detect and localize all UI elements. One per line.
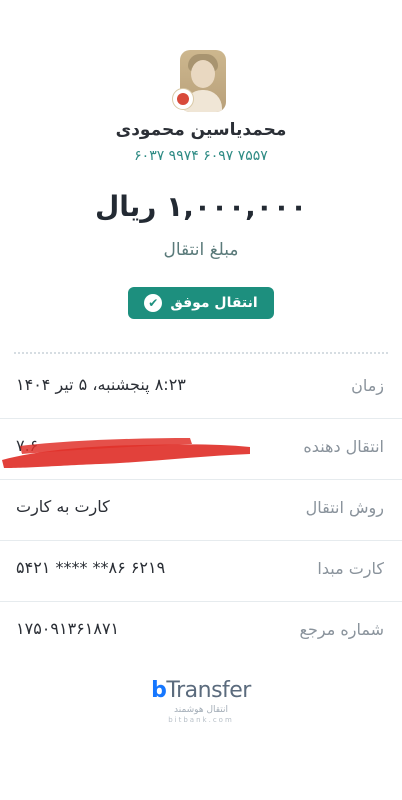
detail-value: ۱۷۵۰۹۱۳۶۱۸۷۱ — [16, 619, 120, 638]
detail-row-method: روش انتقال کارت به کارت — [0, 480, 402, 541]
logo-domain: bitbank.com — [168, 716, 234, 724]
detail-label: انتقال دهنده — [303, 437, 384, 456]
recipient-card-number: ۶۰۳۷ ۹۹۷۴ ۶۰۹۷ ۷۵۵۷ — [134, 148, 268, 164]
detail-label: زمان — [351, 376, 384, 395]
bank-emblem-icon — [172, 88, 194, 110]
status-badge: انتقال موفق ✔ — [128, 287, 274, 319]
check-circle-icon: ✔ — [144, 294, 163, 312]
recipient-name: محمدیاسین محمودی — [115, 120, 287, 140]
detail-label: کارت مبدا — [317, 559, 384, 578]
redaction-scribble — [2, 438, 250, 468]
detail-row-reference: شماره مرجع ۱۷۵۰۹۱۳۶۱۸۷۱ — [0, 602, 402, 662]
transfer-amount-label: مبلغ انتقال — [163, 240, 239, 260]
detail-label: روش انتقال — [305, 498, 384, 517]
dotted-divider — [14, 352, 388, 354]
logo-wordmark: bTransfer — [151, 678, 251, 703]
avatar-container — [172, 50, 228, 114]
detail-row-source-card: کارت مبدا ۶۲۱۹ ۸۶** **** ۵۴۲۱ — [0, 541, 402, 602]
logo-tagline: انتقال هوشمند — [174, 705, 228, 715]
detail-label: شماره مرجع — [299, 620, 384, 639]
btransfer-logo: bTransfer انتقال هوشمند bitbank.com — [0, 678, 402, 724]
status-text: انتقال موفق — [170, 295, 258, 311]
detail-value: ۸:۲۳ پنجشنبه، ۵ تیر ۱۴۰۴ — [16, 375, 186, 394]
detail-value: ۶۲۱۹ ۸۶** **** ۵۴۲۱ — [16, 558, 166, 577]
detail-row-time: زمان ۸:۲۳ پنجشنبه، ۵ تیر ۱۴۰۴ — [0, 358, 402, 419]
transfer-amount: ۱,۰۰۰,۰۰۰ ریال — [94, 190, 308, 223]
receipt-header: محمدیاسین محمودی ۶۰۳۷ ۹۹۷۴ ۶۰۹۷ ۷۵۵۷ ۱,۰… — [0, 0, 402, 340]
detail-value: کارت به کارت — [16, 497, 110, 516]
